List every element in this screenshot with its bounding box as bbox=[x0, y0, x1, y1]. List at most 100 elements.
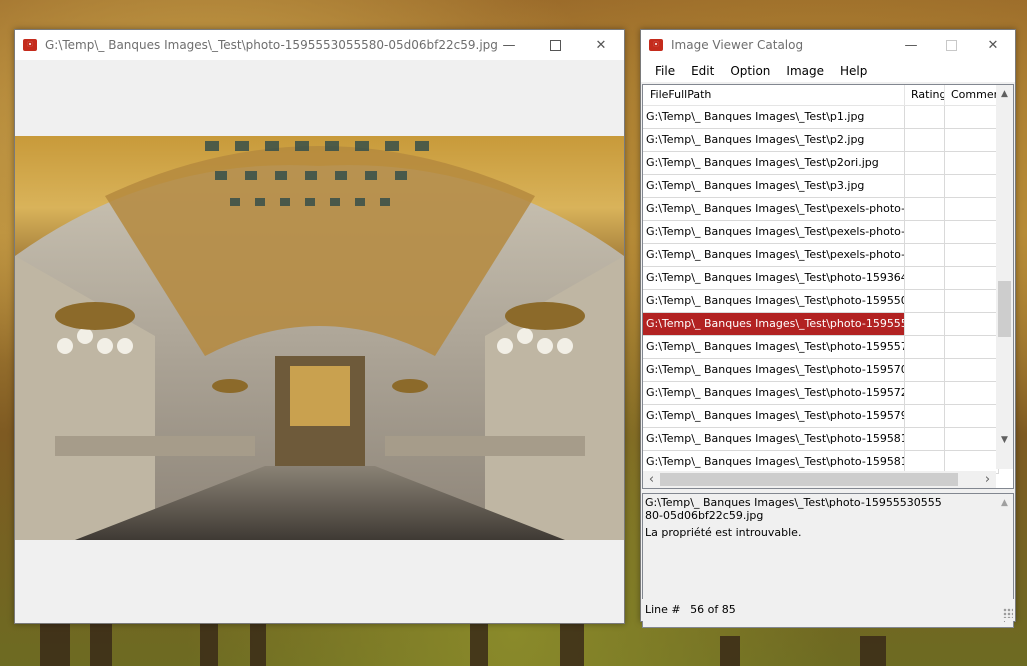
cell-rating[interactable] bbox=[905, 175, 945, 197]
column-header-filefullpath[interactable]: FileFullPath bbox=[643, 85, 905, 105]
horizontal-scroll-thumb[interactable] bbox=[660, 473, 958, 486]
table-row[interactable]: G:\Temp\_ Banques Images\_Test\photo-159… bbox=[643, 405, 999, 428]
cell-filefullpath[interactable]: G:\Temp\_ Banques Images\_Test\photo-159… bbox=[643, 382, 905, 404]
cell-rating[interactable] bbox=[905, 405, 945, 427]
cell-comment[interactable] bbox=[945, 106, 999, 128]
cell-rating[interactable] bbox=[905, 129, 945, 151]
table-row[interactable]: G:\Temp\_ Banques Images\_Test\photo-159… bbox=[643, 428, 999, 451]
table-row[interactable]: G:\Temp\_ Banques Images\_Test\photo-159… bbox=[643, 313, 999, 336]
cell-filefullpath[interactable]: G:\Temp\_ Banques Images\_Test\photo-159… bbox=[643, 359, 905, 381]
maximize-button[interactable] bbox=[532, 30, 578, 60]
cell-comment[interactable] bbox=[945, 198, 999, 220]
table-row[interactable]: G:\Temp\_ Banques Images\_Test\photo-159… bbox=[643, 267, 999, 290]
cell-filefullpath[interactable]: G:\Temp\_ Banques Images\_Test\photo-159… bbox=[643, 428, 905, 450]
minimize-button[interactable]: — bbox=[486, 30, 532, 60]
detail-scroll-up-icon[interactable]: ▲ bbox=[996, 494, 1013, 511]
cell-filefullpath[interactable]: G:\Temp\_ Banques Images\_Test\photo-159… bbox=[643, 313, 905, 335]
cell-comment[interactable] bbox=[945, 129, 999, 151]
cell-filefullpath[interactable]: G:\Temp\_ Banques Images\_Test\p2.jpg bbox=[643, 129, 905, 151]
cell-rating[interactable] bbox=[905, 267, 945, 289]
menu-option[interactable]: Option bbox=[722, 60, 778, 82]
cell-comment[interactable] bbox=[945, 359, 999, 381]
scroll-left-icon[interactable]: ‹ bbox=[643, 471, 660, 488]
cell-rating[interactable] bbox=[905, 106, 945, 128]
file-grid[interactable]: FileFullPath Rating Comment G:\Temp\_ Ba… bbox=[642, 84, 1014, 489]
close-button[interactable]: ✕ bbox=[578, 30, 624, 60]
cell-rating[interactable] bbox=[905, 152, 945, 174]
table-row[interactable]: G:\Temp\_ Banques Images\_Test\photo-159… bbox=[643, 290, 999, 313]
table-row[interactable]: G:\Temp\_ Banques Images\_Test\pexels-ph… bbox=[643, 221, 999, 244]
table-row[interactable]: G:\Temp\_ Banques Images\_Test\p3.jpg bbox=[643, 175, 999, 198]
camera-icon bbox=[649, 39, 663, 51]
cell-filefullpath[interactable]: G:\Temp\_ Banques Images\_Test\pexels-ph… bbox=[643, 244, 905, 266]
cell-comment[interactable] bbox=[945, 382, 999, 404]
column-header-rating[interactable]: Rating bbox=[905, 85, 945, 105]
cell-rating[interactable] bbox=[905, 359, 945, 381]
table-row[interactable]: G:\Temp\_ Banques Images\_Test\pexels-ph… bbox=[643, 198, 999, 221]
menu-image[interactable]: Image bbox=[778, 60, 832, 82]
cell-comment[interactable] bbox=[945, 313, 999, 335]
cell-filefullpath[interactable]: G:\Temp\_ Banques Images\_Test\photo-159… bbox=[643, 451, 905, 473]
cell-rating[interactable] bbox=[905, 428, 945, 450]
wallpaper-trunk bbox=[250, 622, 266, 666]
wallpaper-trunk bbox=[90, 621, 112, 666]
cell-filefullpath[interactable]: G:\Temp\_ Banques Images\_Test\p3.jpg bbox=[643, 175, 905, 197]
cell-rating[interactable] bbox=[905, 221, 945, 243]
close-button[interactable]: ✕ bbox=[971, 30, 1015, 60]
table-row[interactable]: G:\Temp\_ Banques Images\_Test\pexels-ph… bbox=[643, 244, 999, 267]
cell-filefullpath[interactable]: G:\Temp\_ Banques Images\_Test\photo-159… bbox=[643, 290, 905, 312]
cell-filefullpath[interactable]: G:\Temp\_ Banques Images\_Test\pexels-ph… bbox=[643, 198, 905, 220]
cell-rating[interactable] bbox=[905, 198, 945, 220]
cell-rating[interactable] bbox=[905, 382, 945, 404]
cell-rating[interactable] bbox=[905, 451, 945, 473]
cell-comment[interactable] bbox=[945, 175, 999, 197]
cell-comment[interactable] bbox=[945, 290, 999, 312]
cell-comment[interactable] bbox=[945, 267, 999, 289]
image-viewer-window[interactable]: G:\Temp\_ Banques Images\_Test\photo-159… bbox=[14, 29, 625, 624]
cell-rating[interactable] bbox=[905, 336, 945, 358]
table-row[interactable]: G:\Temp\_ Banques Images\_Test\photo-159… bbox=[643, 336, 999, 359]
cell-filefullpath[interactable]: G:\Temp\_ Banques Images\_Test\photo-159… bbox=[643, 336, 905, 358]
catalog-window[interactable]: Image Viewer Catalog — ✕ File Edit Optio… bbox=[640, 29, 1016, 628]
table-row[interactable]: G:\Temp\_ Banques Images\_Test\p2.jpg bbox=[643, 129, 999, 152]
cell-rating[interactable] bbox=[905, 313, 945, 335]
photo-display[interactable] bbox=[15, 136, 624, 540]
catalog-titlebar[interactable]: Image Viewer Catalog — ✕ bbox=[641, 30, 1015, 60]
cell-comment[interactable] bbox=[945, 405, 999, 427]
menu-file[interactable]: File bbox=[647, 60, 683, 82]
vertical-scrollbar[interactable]: ▲ ▼ bbox=[996, 85, 1013, 469]
cell-filefullpath[interactable]: G:\Temp\_ Banques Images\_Test\p1.jpg bbox=[643, 106, 905, 128]
cell-comment[interactable] bbox=[945, 152, 999, 174]
cell-filefullpath[interactable]: G:\Temp\_ Banques Images\_Test\photo-159… bbox=[643, 405, 905, 427]
status-bar: Line # 56 of 85 bbox=[641, 599, 1015, 621]
horizontal-scrollbar[interactable]: ‹ › bbox=[643, 471, 996, 488]
table-row[interactable]: G:\Temp\_ Banques Images\_Test\photo-159… bbox=[643, 359, 999, 382]
viewer-titlebar[interactable]: G:\Temp\_ Banques Images\_Test\photo-159… bbox=[15, 30, 624, 60]
minimize-icon: — bbox=[502, 37, 516, 53]
menu-help[interactable]: Help bbox=[832, 60, 875, 82]
menu-bar: File Edit Option Image Help bbox=[641, 60, 1015, 82]
camera-icon bbox=[23, 39, 37, 51]
cell-rating[interactable] bbox=[905, 290, 945, 312]
minimize-icon: — bbox=[904, 37, 918, 53]
scroll-right-icon[interactable]: › bbox=[979, 471, 996, 488]
cell-filefullpath[interactable]: G:\Temp\_ Banques Images\_Test\photo-159… bbox=[643, 267, 905, 289]
scroll-down-icon[interactable]: ▼ bbox=[996, 431, 1013, 448]
cell-filefullpath[interactable]: G:\Temp\_ Banques Images\_Test\pexels-ph… bbox=[643, 221, 905, 243]
resize-grip-icon[interactable] bbox=[1003, 608, 1013, 618]
menu-edit[interactable]: Edit bbox=[683, 60, 722, 82]
scroll-up-icon[interactable]: ▲ bbox=[996, 85, 1013, 102]
cell-comment[interactable] bbox=[945, 451, 999, 473]
vertical-scroll-thumb[interactable] bbox=[998, 281, 1011, 337]
table-row[interactable]: G:\Temp\_ Banques Images\_Test\p1.jpg bbox=[643, 106, 999, 129]
cell-comment[interactable] bbox=[945, 336, 999, 358]
maximize-icon bbox=[945, 39, 957, 51]
table-row[interactable]: G:\Temp\_ Banques Images\_Test\p2ori.jpg bbox=[643, 152, 999, 175]
table-row[interactable]: G:\Temp\_ Banques Images\_Test\photo-159… bbox=[643, 382, 999, 405]
cell-comment[interactable] bbox=[945, 428, 999, 450]
cell-comment[interactable] bbox=[945, 221, 999, 243]
cell-filefullpath[interactable]: G:\Temp\_ Banques Images\_Test\p2ori.jpg bbox=[643, 152, 905, 174]
minimize-button[interactable]: — bbox=[891, 30, 931, 60]
cell-rating[interactable] bbox=[905, 244, 945, 266]
cell-comment[interactable] bbox=[945, 244, 999, 266]
